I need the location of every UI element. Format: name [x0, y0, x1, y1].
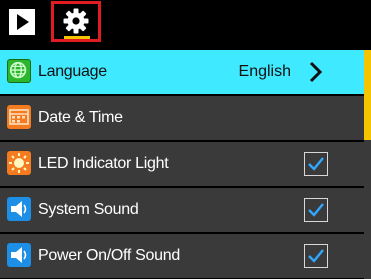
- chevron-right-icon: [309, 61, 322, 83]
- setting-row-system-sound[interactable]: System Sound: [0, 188, 364, 232]
- globe-icon: [7, 59, 31, 83]
- setting-label: System Sound: [38, 201, 139, 218]
- led-light-icon: [7, 151, 31, 175]
- play-icon: [9, 9, 35, 35]
- checkmark-icon: [308, 157, 324, 171]
- power-sound-checkbox[interactable]: [304, 244, 328, 268]
- system-sound-checkbox[interactable]: [304, 198, 328, 222]
- led-indicator-checkbox[interactable]: [304, 152, 328, 176]
- list-scrollbar[interactable]: [364, 50, 371, 279]
- setting-row-language[interactable]: Language English: [0, 50, 364, 94]
- selected-tab-indicator: [64, 36, 90, 39]
- setting-value: English: [238, 63, 291, 80]
- settings-list: Language English Date & Time LED Indicat…: [0, 50, 364, 279]
- playback-tab[interactable]: [8, 8, 36, 36]
- speaker-icon: [7, 243, 31, 267]
- setting-label: LED Indicator Light: [38, 155, 169, 172]
- setting-row-led-indicator-light[interactable]: LED Indicator Light: [0, 142, 364, 186]
- setting-label: Language: [38, 63, 107, 80]
- setting-label: Date & Time: [38, 109, 123, 126]
- scrollbar-thumb[interactable]: [364, 50, 371, 140]
- checkmark-icon: [308, 249, 324, 263]
- settings-tab[interactable]: [51, 1, 101, 42]
- setting-row-date-time[interactable]: Date & Time: [0, 96, 364, 140]
- setting-row-power-on-off-sound[interactable]: Power On/Off Sound: [0, 234, 364, 278]
- calendar-icon: [7, 105, 31, 129]
- setting-label: Power On/Off Sound: [38, 247, 180, 264]
- checkmark-icon: [308, 203, 324, 217]
- top-tab-bar: [0, 0, 371, 43]
- gear-icon: [63, 8, 89, 34]
- speaker-icon: [7, 197, 31, 221]
